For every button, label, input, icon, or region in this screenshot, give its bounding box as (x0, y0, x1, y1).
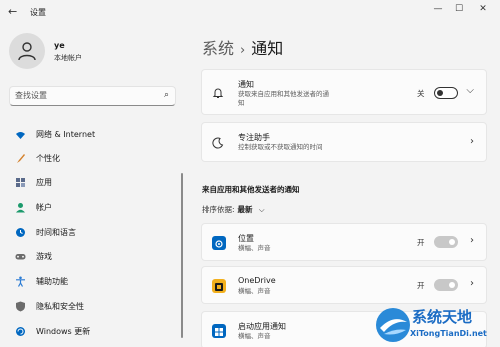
notifications-title: 通知 (238, 80, 254, 89)
app-subtitle: 横幅、声音 (238, 287, 271, 295)
avatar[interactable] (9, 33, 45, 69)
account-type: 本地帐户 (54, 54, 82, 62)
globe-clock-icon (15, 227, 26, 238)
sidebar-item-label: 应用 (36, 178, 52, 187)
sidebar-scrollbar[interactable] (181, 173, 183, 338)
notifications-subtitle-line1: 获取来自应用和其他发送者的通 (238, 90, 329, 98)
app-row-location[interactable]: 位置 横幅、声音 开 › (201, 223, 487, 261)
sidebar-item-label: 网络 & Internet (36, 130, 96, 139)
person-icon (18, 42, 36, 61)
watermark-url: XiTongTianDi.net (410, 329, 487, 338)
sidebar-item-accessibility[interactable]: 辅助功能 (10, 271, 178, 293)
sidebar-item-personalization[interactable]: 个性化 (10, 148, 178, 170)
sidebar-item-label: 时间和语言 (36, 228, 76, 237)
toggle-state-label: 关 (417, 89, 425, 98)
wifi-icon (15, 129, 26, 140)
startup-apps-icon (212, 324, 226, 338)
sort-control[interactable]: 排序依据: 最新 ⌵ (202, 204, 265, 215)
section-heading: 来自应用和其他发送者的通知 (202, 185, 300, 194)
app-toggle[interactable] (434, 279, 458, 291)
sidebar-item-label: 隐私和安全性 (36, 302, 84, 311)
maximize-button[interactable]: ☐ (452, 3, 466, 15)
sidebar-item-privacy[interactable]: 隐私和安全性 (10, 296, 178, 318)
notifications-subtitle-line2: 知 (238, 99, 245, 107)
accessibility-icon (15, 276, 26, 287)
onedrive-icon (212, 279, 226, 293)
watermark: 系统天地 XiTongTianDi.net (372, 302, 500, 347)
app-subtitle: 横幅、声音 (238, 332, 271, 340)
sidebar-item-label: 游戏 (36, 252, 52, 261)
app-name: 位置 (238, 234, 254, 243)
window-title: 设置 (30, 8, 46, 17)
breadcrumb: 系统 › 通知 (202, 35, 283, 59)
focus-assist-title: 专注助手 (238, 133, 270, 142)
shield-icon (15, 301, 26, 312)
chevron-right-icon[interactable]: › (470, 235, 474, 246)
sidebar-item-network[interactable]: 网络 & Internet (10, 124, 178, 146)
close-button[interactable]: ✕ (476, 3, 490, 15)
watermark-text: 系统天地 (412, 308, 473, 326)
apps-icon (15, 177, 26, 188)
toggle-knob (437, 90, 443, 96)
sidebar-item-time-language[interactable]: 时间和语言 (10, 222, 178, 244)
sidebar-item-gaming[interactable]: 游戏 (10, 246, 178, 268)
brush-icon (15, 153, 26, 164)
chevron-down-icon[interactable]: ⌵ (466, 85, 474, 96)
app-name: OneDrive (238, 276, 276, 285)
sidebar-item-apps[interactable]: 应用 (10, 172, 178, 194)
page-title: 通知 (251, 39, 284, 58)
minimize-button[interactable]: — (431, 3, 445, 15)
search-icon[interactable]: ⌕ (164, 90, 169, 100)
breadcrumb-separator: › (240, 43, 246, 58)
person-icon (15, 202, 26, 213)
sort-value: 最新 (237, 205, 253, 214)
app-row-onedrive[interactable]: OneDrive 横幅、声音 开 › (201, 266, 487, 304)
sidebar-item-label: 个性化 (36, 154, 60, 163)
toggle-knob (449, 239, 455, 245)
title-bar: ← 设置 — ☐ ✕ (0, 0, 500, 26)
chevron-right-icon[interactable]: › (470, 278, 474, 289)
back-button[interactable]: ← (8, 5, 17, 18)
update-icon (15, 326, 26, 337)
user-name: ye (54, 41, 65, 50)
sidebar-item-label: 辅助功能 (36, 277, 68, 286)
location-icon (212, 236, 226, 250)
gamepad-icon (15, 251, 26, 262)
app-name: 启动应用通知 (238, 322, 286, 331)
moon-icon (212, 137, 224, 152)
app-subtitle: 横幅、声音 (238, 244, 271, 252)
app-toggle[interactable] (434, 236, 458, 248)
chevron-down-icon: ⌵ (258, 205, 265, 214)
breadcrumb-parent[interactable]: 系统 (202, 39, 234, 58)
toggle-knob (449, 282, 455, 288)
chevron-right-icon[interactable]: › (470, 136, 474, 147)
focus-assist-subtitle: 控制获取或不获取通知的时间 (238, 143, 323, 151)
watermark-logo-icon (376, 308, 410, 342)
sidebar-item-label: Windows 更新 (36, 327, 91, 336)
focus-assist-card[interactable]: 专注助手 控制获取或不获取通知的时间 › (201, 122, 487, 162)
notifications-card[interactable]: 通知 获取来自应用和其他发送者的通 知 关 ⌵ (201, 69, 487, 115)
bell-icon (212, 87, 224, 102)
toggle-state-label: 开 (417, 281, 425, 290)
sidebar-item-accounts[interactable]: 帐户 (10, 197, 178, 219)
toggle-state-label: 开 (417, 238, 425, 247)
sort-label: 排序依据: (202, 205, 235, 214)
sidebar-item-windows-update[interactable]: Windows 更新 (10, 321, 178, 343)
sidebar-item-label: 帐户 (36, 203, 52, 212)
search-box[interactable]: ⌕ (9, 86, 176, 106)
notifications-toggle[interactable] (434, 87, 458, 99)
search-input[interactable] (15, 91, 155, 100)
